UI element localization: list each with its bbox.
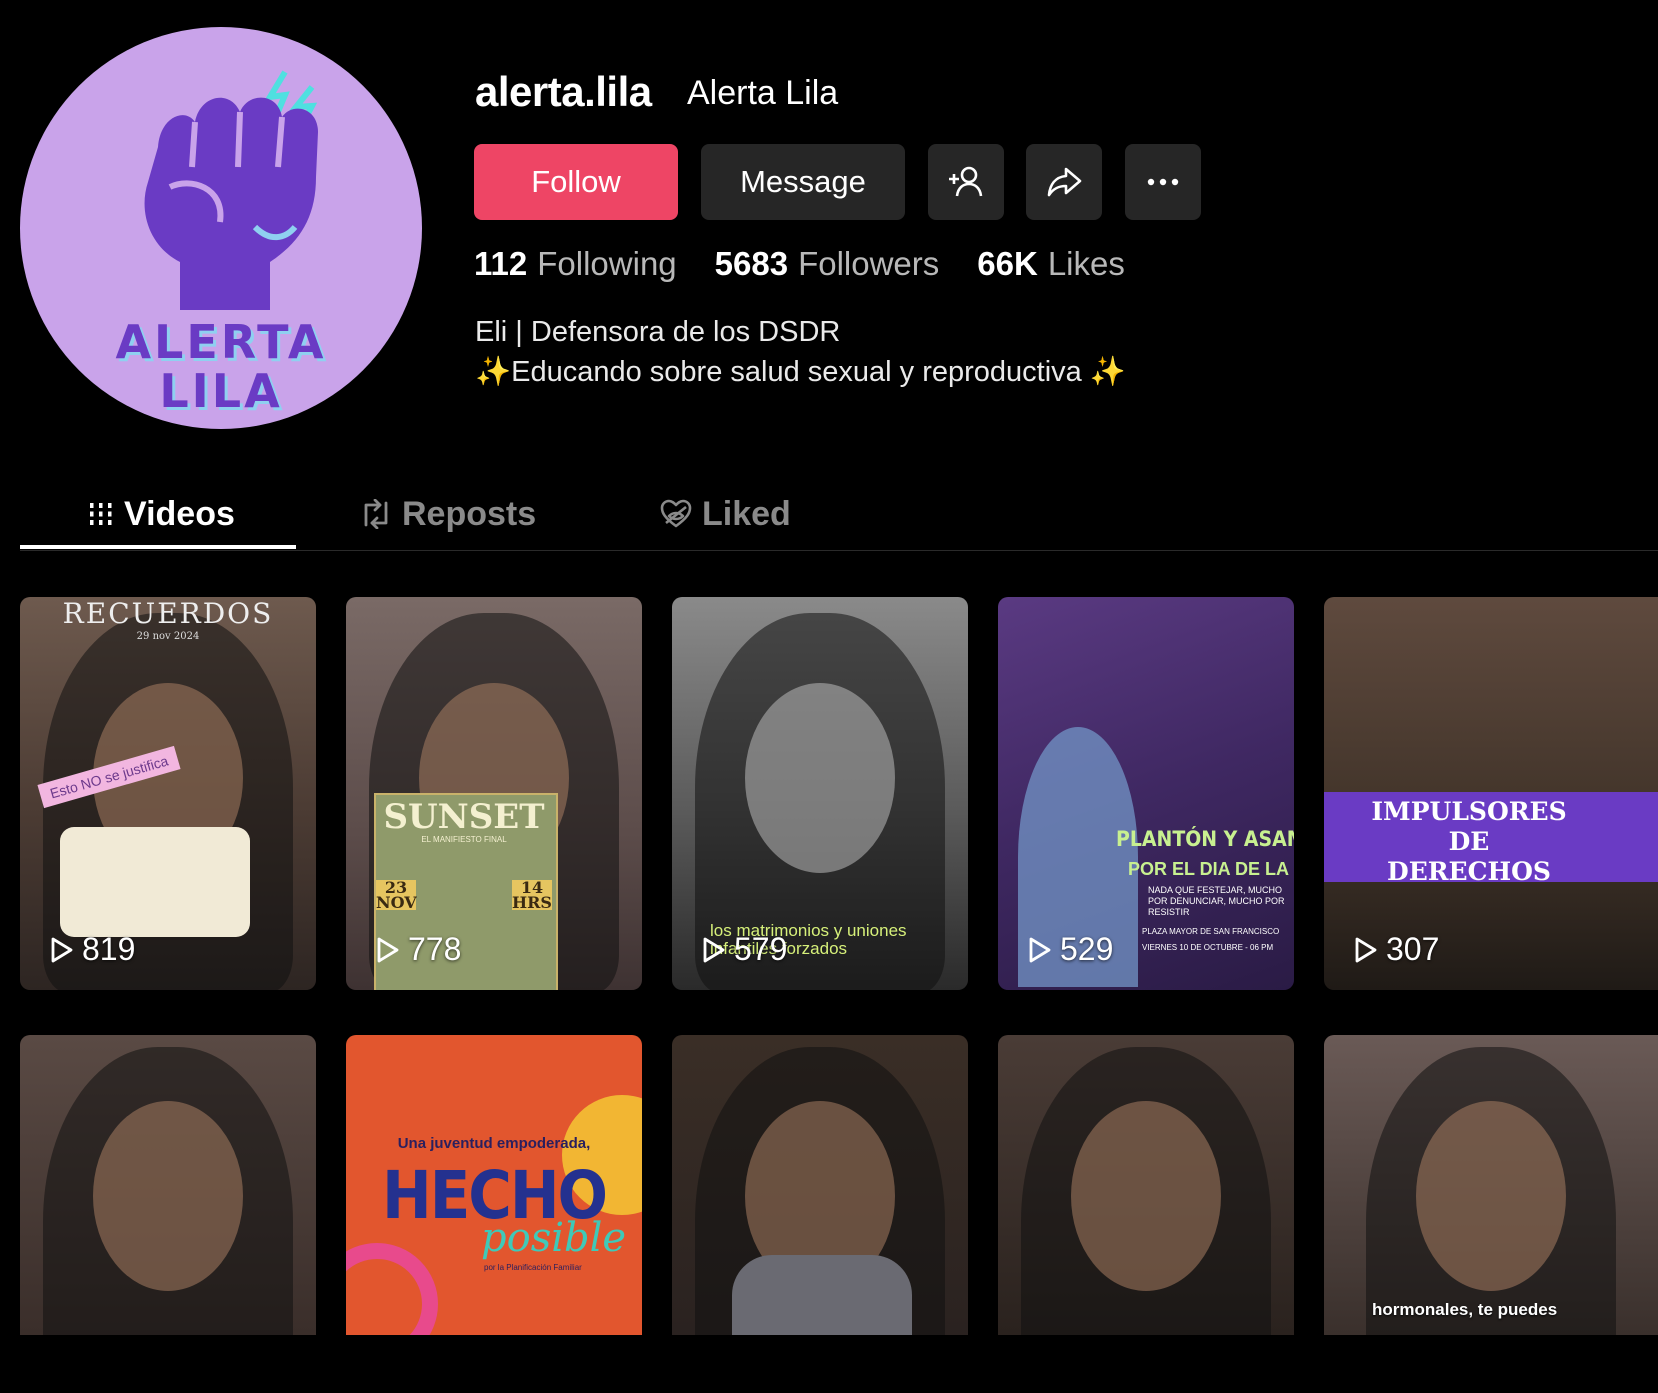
tab-reposts[interactable]: Reposts xyxy=(360,478,536,550)
poster-subtitle: NADA QUE FESTEJAR, MUCHO POR DENUNCIAR, … xyxy=(1148,885,1285,917)
tab-liked[interactable]: Liked xyxy=(660,478,791,550)
video-overlay-title: RECUERDOS xyxy=(62,597,274,630)
following-count: 112 xyxy=(474,245,528,282)
followers-stat[interactable]: 5683 Followers xyxy=(715,245,940,283)
following-stat[interactable]: 112 Following xyxy=(474,245,677,283)
play-icon xyxy=(51,937,73,962)
poster-title-1: PLANTÓN Y ASAMBLEA xyxy=(1116,827,1294,851)
video-thumbnail[interactable]: los matrimonios y uniones infantiles for… xyxy=(672,597,968,990)
tab-videos-label: Videos xyxy=(124,494,235,533)
video-thumbnail[interactable]: RECUERDOS 29 nov 2024 Esto NO se justifi… xyxy=(20,597,316,990)
username: alerta.lila xyxy=(475,68,652,115)
video-thumbnail[interactable]: PLANTÓN Y ASAMBLEA POR EL DIA DE LA MUJE… xyxy=(998,597,1294,990)
video-thumbnail[interactable]: Una juventud empoderada, HECHO posible p… xyxy=(346,1035,642,1335)
likes-count: 66K xyxy=(977,245,1038,282)
avatar-logo-text-2: LILA xyxy=(159,364,283,418)
view-count: 778 xyxy=(376,931,461,968)
video-thumbnail[interactable]: SUNSET EL MANIFIESTO FINAL 23 NOV 14 HRS… xyxy=(346,597,642,990)
video-thumbnail[interactable] xyxy=(672,1035,968,1335)
following-label: Following xyxy=(537,245,677,282)
share-button[interactable] xyxy=(1026,144,1102,220)
sweater-image xyxy=(732,1255,912,1335)
profile-bio: Eli | Defensora de los DSDR ✨Educando so… xyxy=(475,312,1126,392)
poster-title: SUNSET xyxy=(383,797,545,837)
video-thumbnail[interactable] xyxy=(998,1035,1294,1335)
poster-place: PLAZA MAYOR DE SAN FRANCISCO xyxy=(1142,927,1280,936)
bio-line-2: ✨Educando sobre salud sexual y reproduct… xyxy=(475,356,1126,388)
profile-tabs: Videos Reposts Liked xyxy=(20,478,1658,551)
grid-icon xyxy=(88,501,114,527)
view-count-value: 579 xyxy=(734,931,788,967)
promo-line-4: por la Planificación Familiar xyxy=(484,1263,582,1272)
video-overlay-date: 29 nov 2024 xyxy=(136,631,200,642)
follow-button[interactable]: Follow xyxy=(474,144,678,220)
ellipsis-icon xyxy=(1147,178,1179,186)
view-count: 579 xyxy=(702,931,787,968)
video-thumbnail[interactable]: IMPULSORES DE DERECHOS 307 xyxy=(1324,597,1658,990)
decorative-ring xyxy=(346,1243,438,1335)
view-count-value: 819 xyxy=(82,931,136,967)
avatar-logo-text-1: ALERTA xyxy=(115,315,327,369)
promo-line-3: posible xyxy=(481,1215,627,1261)
view-count: 307 xyxy=(1354,931,1439,968)
play-icon xyxy=(1355,937,1377,962)
video-thumbnail[interactable] xyxy=(20,1035,316,1335)
profile-stats: 112 Following 5683 Followers 66K Likes xyxy=(474,245,1163,283)
tab-liked-label: Liked xyxy=(702,494,791,533)
cake-image xyxy=(60,827,250,937)
tab-reposts-label: Reposts xyxy=(402,494,537,533)
add-person-icon xyxy=(949,166,983,197)
followers-label: Followers xyxy=(798,245,940,282)
followers-count: 5683 xyxy=(714,245,789,282)
profile-avatar: ALERTA LILA xyxy=(20,27,422,429)
poster-date: 23 NOV xyxy=(376,878,417,912)
play-icon xyxy=(703,937,725,962)
poster-when: VIERNES 10 DE OCTUBRE - 06 PM xyxy=(1142,943,1274,952)
nickname: Alerta Lila xyxy=(687,74,839,112)
view-count-value: 529 xyxy=(1060,931,1114,967)
liked-heart-hidden-icon xyxy=(660,499,692,529)
poster-subtitle: EL MANIFIESTO FINAL xyxy=(421,835,507,844)
add-friend-button[interactable] xyxy=(928,144,1004,220)
poster-time: 14 HRS xyxy=(512,878,552,912)
tab-videos[interactable]: Videos xyxy=(88,478,235,550)
likes-stat: 66K Likes xyxy=(977,245,1125,283)
view-count-value: 307 xyxy=(1386,931,1440,967)
poster-title-2: POR EL DIA DE LA MUJER xyxy=(1128,859,1294,879)
video-overlay-title: IMPULSORES DE DERECHOS xyxy=(1371,797,1567,886)
message-button[interactable]: Message xyxy=(701,144,905,220)
promo-line-1: Una juventud empoderada, xyxy=(397,1135,591,1152)
view-count: 819 xyxy=(50,931,135,968)
bio-line-1: Eli | Defensora de los DSDR xyxy=(475,316,841,348)
active-tab-indicator xyxy=(20,545,296,549)
play-icon xyxy=(377,937,399,962)
likes-label: Likes xyxy=(1047,245,1125,282)
video-thumbnail[interactable]: hormonales, te puedes xyxy=(1324,1035,1658,1335)
view-count: 529 xyxy=(1028,931,1113,968)
video-caption: hormonales, te puedes xyxy=(1372,1300,1558,1319)
share-arrow-icon xyxy=(1047,167,1082,197)
play-icon xyxy=(1029,937,1051,962)
more-options-button[interactable] xyxy=(1125,144,1201,220)
repost-icon xyxy=(360,499,392,529)
view-count-value: 778 xyxy=(408,931,462,967)
